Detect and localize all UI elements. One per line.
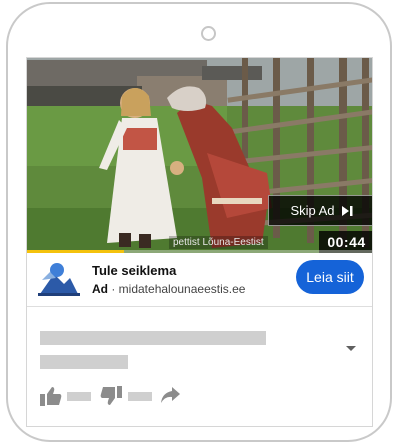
thumbs-up-icon[interactable] (40, 386, 62, 406)
ad-separator: · (108, 282, 119, 296)
title-placeholder (40, 331, 266, 345)
divider (27, 306, 372, 307)
video-player[interactable]: Skip Ad pettist Lõuna-Eestist 00:44 (27, 58, 372, 253)
ad-badge: Ad (92, 282, 108, 296)
video-caption: pettist Lõuna-Eestist (169, 236, 268, 249)
ad-info-row[interactable]: Tule seiklema Ad · midatehalounaeestis.e… (27, 254, 372, 302)
subtitle-placeholder (40, 355, 128, 369)
thumbs-down-icon[interactable] (100, 386, 122, 406)
advertiser-logo-icon (38, 260, 80, 296)
like-count-placeholder (67, 392, 91, 401)
ad-progress-fill (27, 250, 125, 253)
action-bar (40, 386, 240, 406)
ad-title: Tule seiklema (92, 263, 177, 278)
ad-progress-bar (27, 250, 372, 253)
ad-subtitle: Ad · midatehalounaeestis.ee (92, 282, 245, 296)
cta-button[interactable]: Leia siit (296, 260, 364, 294)
front-camera (201, 26, 216, 41)
skip-next-icon (341, 205, 353, 216)
dislike-count-placeholder (128, 392, 152, 401)
share-arrow-icon[interactable] (160, 386, 180, 404)
ad-domain[interactable]: midatehalounaeestis.ee (119, 282, 246, 296)
skip-ad-label: Skip Ad (290, 203, 335, 218)
skip-ad-button[interactable]: Skip Ad (268, 195, 372, 226)
chevron-down-icon[interactable] (345, 345, 357, 353)
phone-screen: Skip Ad pettist Lõuna-Eestist 00:44 Tule… (26, 57, 373, 427)
